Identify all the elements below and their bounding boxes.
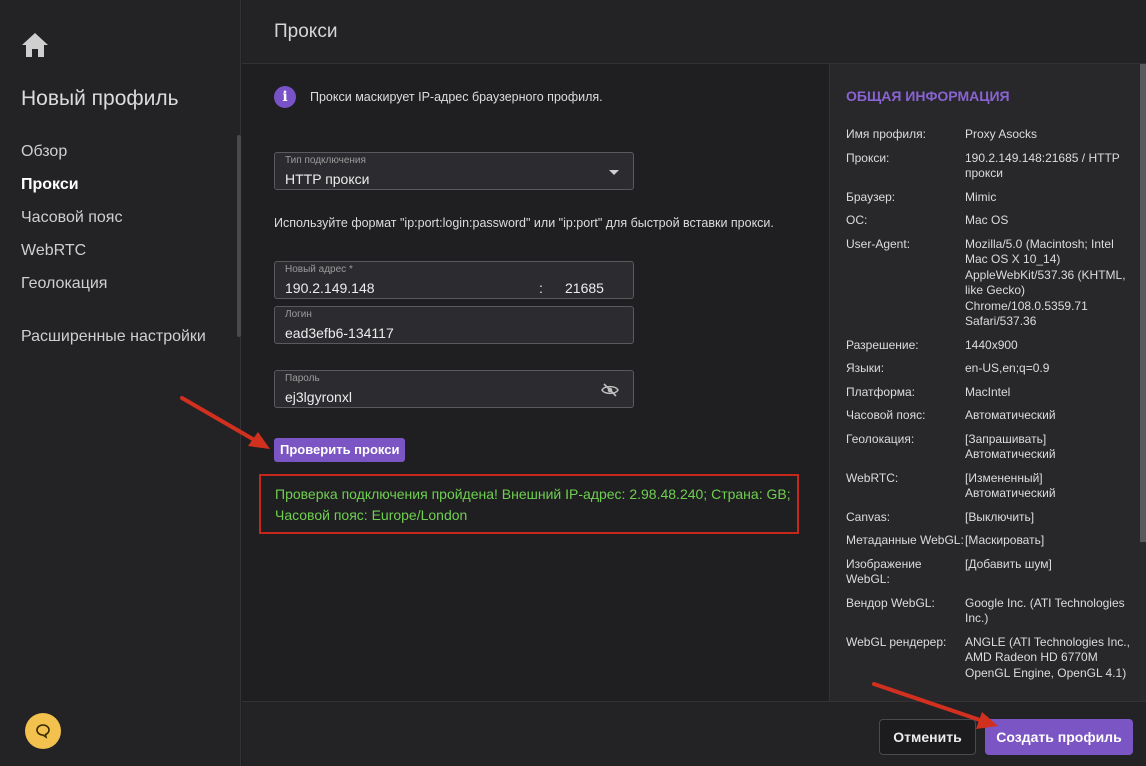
sidebar-item-webrtc[interactable]: WebRTC: [21, 240, 206, 273]
info-row: Вендор WebGL: Google Inc. (ATI Technologi…: [846, 596, 1136, 627]
sidebar-scrollbar[interactable]: [237, 135, 241, 337]
info-key: User-Agent:: [846, 236, 911, 251]
info-row: Canvas: [Выключить]: [846, 510, 1136, 526]
sidebar-item-advanced[interactable]: Расширенные настройки: [21, 326, 206, 359]
password-field[interactable]: Пароль ej3lgyronxl: [274, 370, 634, 408]
cancel-button[interactable]: Отменить: [879, 719, 976, 755]
sidebar-item-overview[interactable]: Обзор: [21, 141, 206, 174]
info-value: 190.2.149.148:21685 / HTTP прокси: [965, 150, 1120, 181]
sidebar: Новый профиль Обзор Прокси Часовой пояс …: [0, 0, 241, 766]
info-key: Canvas:: [846, 509, 891, 524]
info-value: MacIntel: [965, 384, 1011, 399]
connection-type-value: HTTP прокси: [285, 171, 370, 187]
check-result-text: Проверка подключения пройдена! Внешний I…: [275, 486, 791, 523]
info-key: WebRTC:: [846, 470, 899, 485]
info-value: ANGLE (ATI Technologies Inc., AMD Radeon…: [965, 634, 1130, 680]
address-value[interactable]: 190.2.149.148: [285, 280, 375, 296]
login-value: ead3efb6-134117: [285, 325, 394, 341]
check-result-box: Проверка подключения пройдена! Внешний I…: [259, 474, 799, 534]
sidebar-item-geolocation[interactable]: Геолокация: [21, 273, 206, 306]
info-row: Платформа: MacIntel: [846, 385, 1136, 401]
info-row: Имя профиля: Proxy Asocks: [846, 127, 1136, 143]
sidebar-item-timezone[interactable]: Часовой пояс: [21, 207, 206, 240]
connection-type-label: Тип подключения: [285, 155, 366, 166]
info-value: Mac OS: [965, 213, 1009, 227]
info-row: Метаданные WebGL: [Маскировать]: [846, 533, 1136, 549]
info-value: [Маскировать]: [965, 533, 1045, 547]
info-value: [Выключить]: [965, 509, 1035, 524]
port-value[interactable]: 21685: [565, 280, 604, 296]
info-row: WebGL рендерер: ANGLE (ATI Technologies I…: [846, 635, 1136, 682]
info-text: Прокси маскирует IP-адрес браузерного пр…: [310, 90, 603, 104]
connection-type-select[interactable]: Тип подключения HTTP прокси: [274, 152, 634, 190]
login-field[interactable]: Логин ead3efb6-134117: [274, 306, 634, 344]
info-list: Имя профиля: Proxy Asocks Прокси: 190.2.14…: [846, 127, 1136, 689]
info-key: Разрешение:: [846, 337, 919, 352]
info-row: ОС: Mac OS: [846, 213, 1136, 229]
panel-title: ОБЩАЯ ИНФОРМАЦИЯ: [846, 88, 1010, 104]
sidebar-nav: Обзор Прокси Часовой пояс WebRTC Геолока…: [21, 141, 206, 359]
home-icon[interactable]: [21, 32, 49, 58]
info-value: Proxy Asocks: [965, 127, 1038, 141]
address-label: Новый адрес *: [285, 264, 353, 275]
info-value: Mimic: [965, 189, 997, 204]
login-label: Логин: [285, 309, 312, 320]
info-row: Прокси: 190.2.149.148:21685 / HTTP прокси: [846, 151, 1136, 182]
sidebar-item-proxy[interactable]: Прокси: [21, 174, 206, 207]
eye-off-icon[interactable]: [601, 383, 619, 397]
info-row: Языки: en-US,en;q=0.9: [846, 361, 1136, 377]
info-key: Вендор WebGL:: [846, 595, 935, 610]
info-note: i Прокси маскирует IP-адрес браузерного …: [274, 86, 603, 108]
footer: Отменить Создать профиль: [242, 701, 1146, 766]
password-value: ej3lgyronxl: [285, 389, 352, 405]
info-key: Платформа:: [846, 384, 916, 399]
header: Прокси: [242, 0, 1146, 64]
format-hint: Используйте формат "ip:port:login:passwo…: [274, 216, 774, 230]
info-row: User-Agent: Mozilla/5.0 (Macintosh; Intel…: [846, 237, 1136, 330]
info-key: Метаданные WebGL:: [846, 533, 964, 547]
port-separator: :: [539, 280, 543, 296]
info-row: WebRTC: [Измененный] Автоматический: [846, 471, 1136, 502]
password-label: Пароль: [285, 373, 320, 384]
info-key: Прокси:: [846, 150, 890, 165]
info-value: Mozilla/5.0 (Macintosh; Intel Mac OS X 1…: [965, 236, 1126, 329]
proxy-form: i Прокси маскирует IP-адрес браузерного …: [242, 64, 829, 701]
create-profile-button[interactable]: Создать профиль: [985, 719, 1133, 755]
info-value: [Измененный] Автоматический: [965, 470, 1056, 501]
help-chat-button[interactable]: [25, 713, 61, 749]
address-field[interactable]: Новый адрес * 190.2.149.148 : 21685: [274, 261, 634, 299]
info-key: ОС:: [846, 213, 868, 227]
info-icon: i: [274, 86, 296, 108]
info-key: Языки:: [846, 361, 885, 375]
info-key: Часовой пояс:: [846, 408, 926, 422]
info-key: WebGL рендерер:: [846, 634, 947, 649]
info-key: Имя профиля:: [846, 127, 926, 141]
info-row: Изображение WebGL: [Добавить шум]: [846, 557, 1136, 588]
panel-scrollbar-thumb[interactable]: [1140, 64, 1146, 542]
chevron-down-icon: [609, 170, 619, 175]
info-value: Google Inc. (ATI Technologies Inc.): [965, 595, 1125, 626]
check-proxy-button[interactable]: Проверить прокси: [274, 438, 406, 462]
info-key: Браузер:: [846, 189, 896, 204]
info-row: Геолокация: [Запрашивать] Автоматический: [846, 432, 1136, 463]
info-value: [Запрашивать] Автоматический: [965, 431, 1056, 462]
info-value: 1440x900: [965, 337, 1018, 352]
info-key: Изображение WebGL:: [846, 556, 922, 587]
page-title: Прокси: [274, 21, 338, 42]
info-row: Разрешение: 1440x900: [846, 338, 1136, 354]
chat-bubble-icon: [36, 724, 50, 739]
profile-title: Новый профиль: [21, 87, 179, 110]
info-value: [Добавить шум]: [965, 556, 1052, 571]
info-row: Часовой пояс: Автоматический: [846, 408, 1136, 424]
info-key: Геолокация:: [846, 431, 915, 446]
info-value: Автоматический: [965, 408, 1056, 422]
general-info-panel: ОБЩАЯ ИНФОРМАЦИЯ Имя профиля: Proxy Asock…: [829, 64, 1140, 701]
panel-scrollbar-track[interactable]: [1140, 542, 1146, 701]
info-row: Браузер: Mimic: [846, 190, 1136, 206]
info-value: en-US,en;q=0.9: [965, 361, 1050, 375]
